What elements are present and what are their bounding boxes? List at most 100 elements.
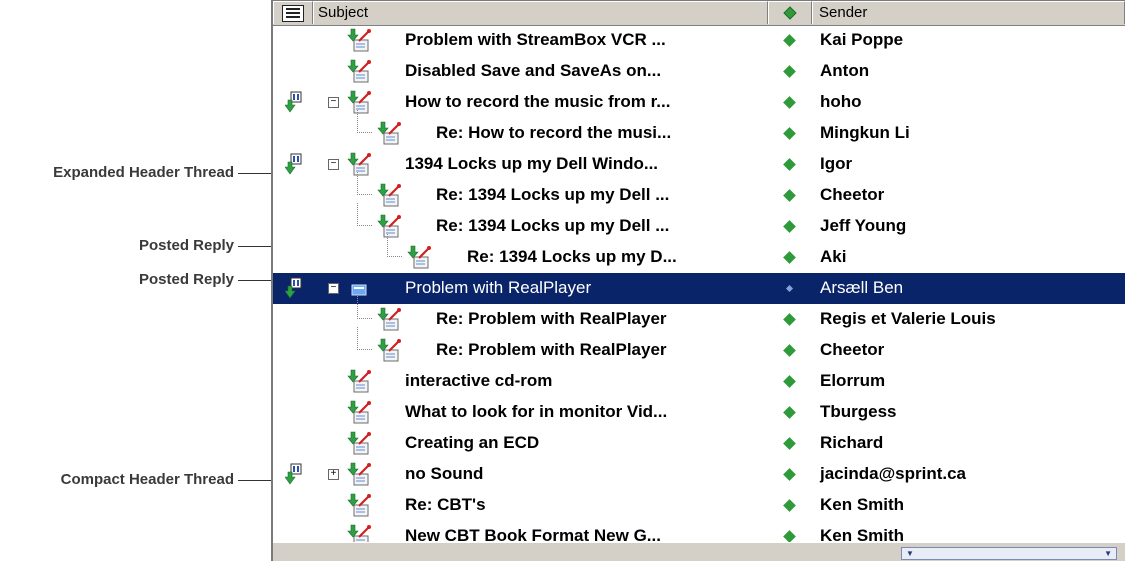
collapse-thread-toggle[interactable]: − bbox=[328, 97, 339, 108]
diamond-column-icon bbox=[783, 6, 797, 20]
message-sender: hoho bbox=[820, 92, 862, 111]
message-subject: Re: CBT's bbox=[405, 495, 486, 514]
column-picker-button[interactable] bbox=[273, 1, 313, 24]
message-row[interactable]: Re: 1394 Locks up my D... Aki bbox=[273, 234, 1125, 273]
callout-posted-reply-2: Posted Reply bbox=[0, 270, 398, 290]
message-subject: no Sound bbox=[405, 464, 484, 483]
message-row[interactable]: What to look for in monitor Vid... Tburge… bbox=[273, 397, 1125, 428]
online-diamond-icon bbox=[783, 375, 796, 388]
message-subject: Re: 1394 Locks up my Dell ... bbox=[436, 216, 670, 235]
news-message-icon bbox=[345, 492, 371, 518]
online-diamond-icon bbox=[783, 344, 796, 357]
online-diamond-icon bbox=[783, 406, 796, 419]
message-row[interactable]: Re: Problem with RealPlayer Cheetor bbox=[273, 327, 1125, 366]
message-row[interactable]: interactive cd-rom Elorrum bbox=[273, 366, 1125, 397]
message-sender: Richard bbox=[820, 433, 884, 452]
column-menu-icon bbox=[282, 5, 304, 22]
online-diamond-icon bbox=[783, 65, 796, 78]
news-message-icon bbox=[345, 27, 371, 53]
thread-header-icon bbox=[284, 153, 303, 175]
horizontal-scrollbar[interactable]: ▼ ▼ bbox=[273, 542, 1125, 561]
thread-tree-line bbox=[357, 110, 372, 133]
online-diamond-icon bbox=[783, 220, 796, 233]
news-message-icon bbox=[375, 182, 401, 208]
news-message-icon bbox=[405, 244, 431, 270]
message-row[interactable]: Re: 1394 Locks up my Dell ... Cheetor bbox=[273, 172, 1125, 211]
thread-tree-line bbox=[357, 296, 372, 319]
subject-column-header[interactable]: Subject bbox=[313, 1, 768, 24]
online-diamond-icon bbox=[783, 251, 796, 264]
expand-thread-toggle[interactable]: + bbox=[328, 469, 339, 480]
scroll-thumb[interactable]: ▼ ▼ bbox=[901, 547, 1117, 560]
news-message-icon bbox=[345, 368, 371, 394]
message-row[interactable]: − Problem with RealPlayer Arsæll Ben bbox=[273, 273, 1125, 304]
news-message-icon bbox=[345, 58, 371, 84]
message-row[interactable]: Re: CBT's Ken Smith bbox=[273, 490, 1125, 521]
message-list-pane: Subject Sender Problem with StreamBox VC… bbox=[271, 0, 1125, 561]
online-diamond-icon bbox=[783, 189, 796, 202]
news-message-icon bbox=[345, 399, 371, 425]
scroll-left-arrow-icon: ▼ bbox=[906, 549, 914, 558]
message-subject: Creating an ECD bbox=[405, 433, 540, 452]
callout-label: Posted Reply bbox=[138, 271, 234, 288]
online-diamond-icon bbox=[783, 127, 796, 140]
message-subject: 1394 Locks up my Dell Windo... bbox=[405, 154, 659, 173]
collapse-thread-toggle[interactable]: − bbox=[328, 283, 339, 294]
message-sender: Anton bbox=[820, 61, 870, 80]
scroll-right-arrow-icon: ▼ bbox=[1104, 549, 1112, 558]
online-diamond-icon bbox=[783, 437, 796, 450]
message-subject: Re: Problem with RealPlayer bbox=[436, 309, 667, 328]
news-message-icon bbox=[375, 306, 401, 332]
status-column-header[interactable] bbox=[768, 1, 812, 24]
online-diamond-icon bbox=[783, 96, 796, 109]
message-sender: Aki bbox=[820, 247, 847, 266]
message-row[interactable]: Re: Problem with RealPlayer Regis et Vale… bbox=[273, 296, 1125, 335]
message-subject: interactive cd-rom bbox=[405, 371, 553, 390]
message-row[interactable]: − How to record the music from r... hoho bbox=[273, 87, 1125, 118]
callout-expanded-header-thread: Expanded Header Thread bbox=[0, 163, 278, 183]
message-sender: Cheetor bbox=[820, 185, 885, 204]
news-message-icon bbox=[345, 430, 371, 456]
message-row[interactable]: Creating an ECD Richard bbox=[273, 428, 1125, 459]
message-subject: Re: 1394 Locks up my D... bbox=[467, 247, 677, 266]
message-subject: Disabled Save and SaveAs on... bbox=[405, 61, 662, 80]
online-diamond-icon bbox=[783, 530, 796, 543]
message-row[interactable]: − 1394 Locks up my Dell Windo... Igor bbox=[273, 149, 1125, 180]
callout-label: Compact Header Thread bbox=[60, 471, 234, 488]
online-diamond-icon bbox=[783, 499, 796, 512]
message-sender: Elorrum bbox=[820, 371, 886, 390]
thread-tree-line bbox=[357, 203, 372, 226]
online-diamond-icon bbox=[783, 34, 796, 47]
message-sender: Jeff Young bbox=[820, 216, 907, 235]
thread-tree-line bbox=[357, 172, 372, 195]
online-diamond-icon bbox=[783, 158, 796, 171]
message-subject: Re: 1394 Locks up my Dell ... bbox=[436, 185, 670, 204]
message-sender: Regis et Valerie Louis bbox=[820, 309, 996, 328]
message-subject: Re: How to record the musi... bbox=[436, 123, 672, 142]
column-header-bar: Subject Sender bbox=[273, 1, 1125, 26]
sender-column-header[interactable]: Sender bbox=[812, 1, 1125, 24]
message-subject: Problem with StreamBox VCR ... bbox=[405, 30, 666, 49]
online-diamond-icon bbox=[783, 468, 796, 481]
news-message-icon bbox=[375, 337, 401, 363]
message-sender: Ken Smith bbox=[820, 495, 905, 514]
online-diamond-icon bbox=[785, 284, 794, 293]
callout-compact-header-thread: Compact Header Thread bbox=[0, 470, 278, 490]
message-row[interactable]: Disabled Save and SaveAs on... Anton bbox=[273, 56, 1125, 87]
message-sender: Mingkun Li bbox=[820, 123, 910, 142]
news-message-icon bbox=[375, 120, 401, 146]
thread-header-icon bbox=[284, 277, 303, 299]
message-row[interactable]: Re: How to record the musi... Mingkun Li bbox=[273, 110, 1125, 149]
message-row[interactable]: Problem with StreamBox VCR ... Kai Poppe bbox=[273, 25, 1125, 56]
message-subject: How to record the music from r... bbox=[405, 92, 671, 111]
message-sender: Igor bbox=[820, 154, 853, 173]
message-sender: Tburgess bbox=[820, 402, 897, 421]
collapse-thread-toggle[interactable]: − bbox=[328, 159, 339, 170]
message-subject: Re: Problem with RealPlayer bbox=[436, 340, 667, 359]
callout-label: Posted Reply bbox=[138, 237, 234, 254]
thread-tree-line bbox=[357, 327, 372, 350]
message-subject: What to look for in monitor Vid... bbox=[405, 402, 668, 421]
message-row[interactable]: + no Sound jacinda@sprint.ca bbox=[273, 459, 1125, 490]
thread-header-icon bbox=[284, 463, 303, 485]
message-sender: Arsæll Ben bbox=[820, 278, 904, 297]
